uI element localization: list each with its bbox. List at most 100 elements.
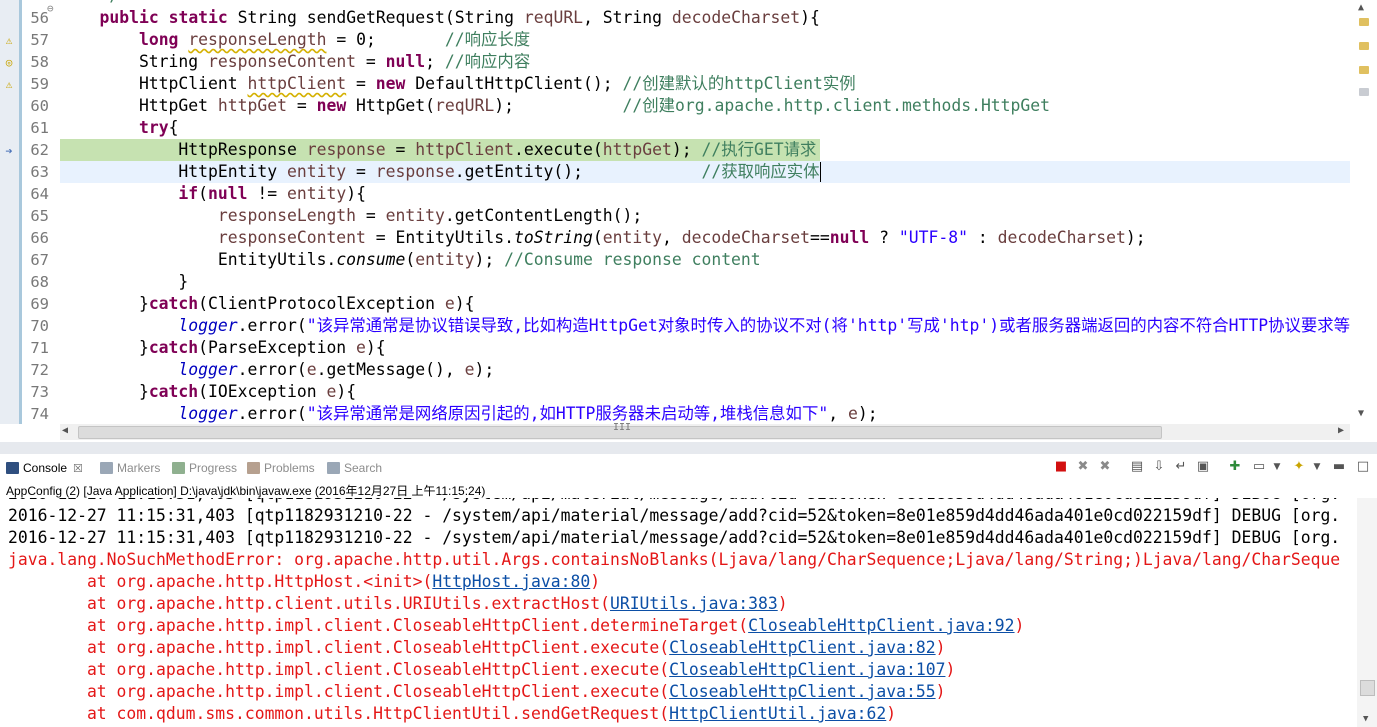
- stack-trace-link[interactable]: CloseableHttpClient.java:92: [748, 616, 1014, 635]
- code-line[interactable]: EntityUtils.consume(entity); //Consume r…: [60, 249, 1350, 271]
- code-line[interactable]: responseLength = entity.getContentLength…: [60, 205, 1350, 227]
- code-line[interactable]: logger.error("该异常通常是协议错误导致,比如构造HttpGet对象…: [60, 315, 1350, 337]
- stack-trace-link[interactable]: CloseableHttpClient.java:55: [669, 682, 935, 701]
- word-wrap-icon[interactable]: ↵: [1173, 459, 1189, 475]
- progress-icon: [172, 462, 185, 474]
- java-editor[interactable]: ⚠ ◎ ⚠ ➔ 56 57 58 59 60 61 62 63 64 65 66 67 68 69 70 71…: [0, 0, 1377, 442]
- code-line[interactable]: long responseLength = 0; //响应长度: [60, 29, 1350, 51]
- code-token: //响应长度: [444, 30, 531, 49]
- code-token: );: [474, 250, 505, 269]
- code-area[interactable]: */ public static String sendGetRequest(S…: [60, 0, 1350, 424]
- code-token: .getContentLength();: [444, 206, 643, 225]
- code-line[interactable]: HttpClient httpClient = new DefaultHttpC…: [60, 73, 1350, 95]
- code-line[interactable]: }: [60, 271, 1350, 293]
- code-token: }: [60, 272, 189, 291]
- overview-marker[interactable]: [1359, 18, 1369, 26]
- scroll-left-icon[interactable]: ◀: [62, 425, 68, 436]
- stack-trace-link[interactable]: CloseableHttpClient.java:82: [669, 638, 935, 657]
- tab-search[interactable]: Search: [327, 460, 382, 476]
- chevron-down-icon[interactable]: ▼: [1269, 459, 1285, 475]
- code-token: HttpGet(: [346, 96, 435, 115]
- code-text: EntityUtils.consume(entity); //Consume r…: [60, 249, 761, 271]
- scroll-down-icon[interactable]: ▼: [1363, 714, 1368, 724]
- code-text: responseContent = EntityUtils.toString(e…: [60, 227, 1146, 249]
- clear-console-icon[interactable]: ▤: [1129, 459, 1145, 475]
- code-token: response: [375, 162, 455, 181]
- code-line[interactable]: if(null != entity){: [60, 183, 1350, 205]
- fold-collapse-icon[interactable]: ⊖: [47, 3, 57, 14]
- pin-console-icon[interactable]: ✚: [1227, 459, 1243, 475]
- editor-vertical-scrollbar[interactable]: ▲ ▼: [1350, 0, 1377, 424]
- view-menu-icon[interactable]: ▼: [1309, 459, 1325, 475]
- code-text: logger.error("该异常通常是协议错误导致,比如构造HttpGet对象…: [60, 315, 1350, 337]
- code-token: = EntityUtils.: [365, 228, 514, 247]
- tab-problems[interactable]: Problems: [247, 460, 315, 476]
- maximize-icon[interactable]: □: [1355, 459, 1371, 475]
- stack-trace-link[interactable]: HttpClientUtil.java:62: [669, 704, 886, 723]
- line-number: 69: [30, 295, 49, 313]
- stack-trace-link[interactable]: URIUtils.java:383: [610, 594, 778, 613]
- minimize-icon[interactable]: ▬: [1331, 459, 1347, 475]
- remove-all-icon[interactable]: ✖: [1097, 459, 1113, 475]
- console-output[interactable]: 2016-12-27 11:15:31,403 [qtp1182931210-2…: [0, 498, 1357, 727]
- terminate-icon[interactable]: ■: [1053, 459, 1069, 475]
- scroll-lock-icon[interactable]: ⇩: [1151, 459, 1167, 475]
- line-number: 71: [30, 339, 49, 357]
- code-line[interactable]: HttpGet httpGet = new HttpGet(reqURL); /…: [60, 95, 1350, 117]
- code-line[interactable]: HttpResponse response = httpClient.execu…: [60, 139, 1350, 161]
- code-text: HttpClient httpClient = new DefaultHttpC…: [60, 73, 856, 95]
- code-token: (ClientProtocolException: [198, 294, 445, 313]
- annotation-ruler[interactable]: ⚠ ◎ ⚠ ➔: [0, 0, 19, 424]
- code-line[interactable]: }catch(ParseException e){: [60, 337, 1350, 359]
- code-token: ){: [346, 184, 366, 203]
- code-token: response: [306, 140, 386, 159]
- console-icon: [6, 462, 19, 474]
- code-line[interactable]: responseContent = EntityUtils.toString(e…: [60, 227, 1350, 249]
- code-line[interactable]: logger.error("该异常通常是网络原因引起的,如HTTP服务器未启动等…: [60, 403, 1350, 424]
- warning-marker-icon[interactable]: ⚠: [3, 35, 15, 47]
- code-text: HttpGet httpGet = new HttpGet(reqURL); /…: [60, 95, 1050, 117]
- view-sash[interactable]: [0, 442, 1377, 454]
- tab-progress[interactable]: Progress: [172, 460, 237, 476]
- open-console-icon[interactable]: ✦: [1291, 459, 1307, 475]
- code-line[interactable]: logger.error(e.getMessage(), e);: [60, 359, 1350, 381]
- stack-trace-link[interactable]: CloseableHttpClient.java:107: [669, 660, 945, 679]
- editor-horizontal-scrollbar[interactable]: ◀ III ▶: [60, 422, 1350, 440]
- scroll-down-icon[interactable]: ▼: [1358, 408, 1364, 419]
- code-text: }catch(IOException e){: [60, 381, 356, 403]
- overview-marker[interactable]: [1359, 66, 1369, 74]
- console-text-segment: at org.apache.http.impl.client.Closeable…: [8, 660, 670, 679]
- code-token: }: [60, 338, 149, 357]
- line-number: 72: [30, 361, 49, 379]
- code-line[interactable]: HttpEntity entity = response.getEntity()…: [60, 161, 1350, 183]
- overview-marker[interactable]: [1359, 88, 1369, 96]
- show-on-output-icon[interactable]: ▣: [1195, 459, 1211, 475]
- scroll-up-icon[interactable]: ▲: [1358, 2, 1364, 13]
- console-text-segment: at org.apache.http.client.utils.URIUtils…: [8, 594, 610, 613]
- code-token: responseLength: [217, 206, 357, 225]
- scroll-thumb[interactable]: [1360, 680, 1375, 696]
- warning-marker-icon[interactable]: ⚠: [3, 79, 15, 91]
- code-text: logger.error(e.getMessage(), e);: [60, 359, 494, 381]
- console-vertical-scrollbar[interactable]: ▼: [1357, 498, 1377, 727]
- code-line[interactable]: public static String sendGetRequest(Stri…: [60, 7, 1350, 29]
- display-console-icon[interactable]: ▭: [1251, 459, 1267, 475]
- overview-marker[interactable]: [1359, 42, 1369, 50]
- scroll-right-icon[interactable]: ▶: [1338, 425, 1344, 436]
- console-text-segment: at org.apache.http.HttpHost.<init>(: [8, 572, 433, 591]
- code-line[interactable]: try{: [60, 117, 1350, 139]
- tab-markers[interactable]: Markers: [100, 460, 160, 476]
- search-marker-icon[interactable]: ◎: [3, 57, 15, 69]
- code-line[interactable]: }catch(ClientProtocolException e){: [60, 293, 1350, 315]
- code-line[interactable]: String responseContent = null; //响应内容: [60, 51, 1350, 73]
- code-token: .error(: [237, 316, 307, 335]
- console-error-line: at com.qdum.sms.common.utils.HttpClientU…: [8, 703, 896, 725]
- close-icon[interactable]: ☒: [73, 463, 83, 475]
- remove-launch-icon[interactable]: ✖: [1075, 459, 1091, 475]
- code-text: HttpResponse response = httpClient.execu…: [60, 139, 816, 161]
- tab-console[interactable]: Console ☒: [6, 460, 83, 476]
- stack-trace-link[interactable]: HttpHost.java:80: [432, 572, 590, 591]
- code-line[interactable]: }catch(IOException e){: [60, 381, 1350, 403]
